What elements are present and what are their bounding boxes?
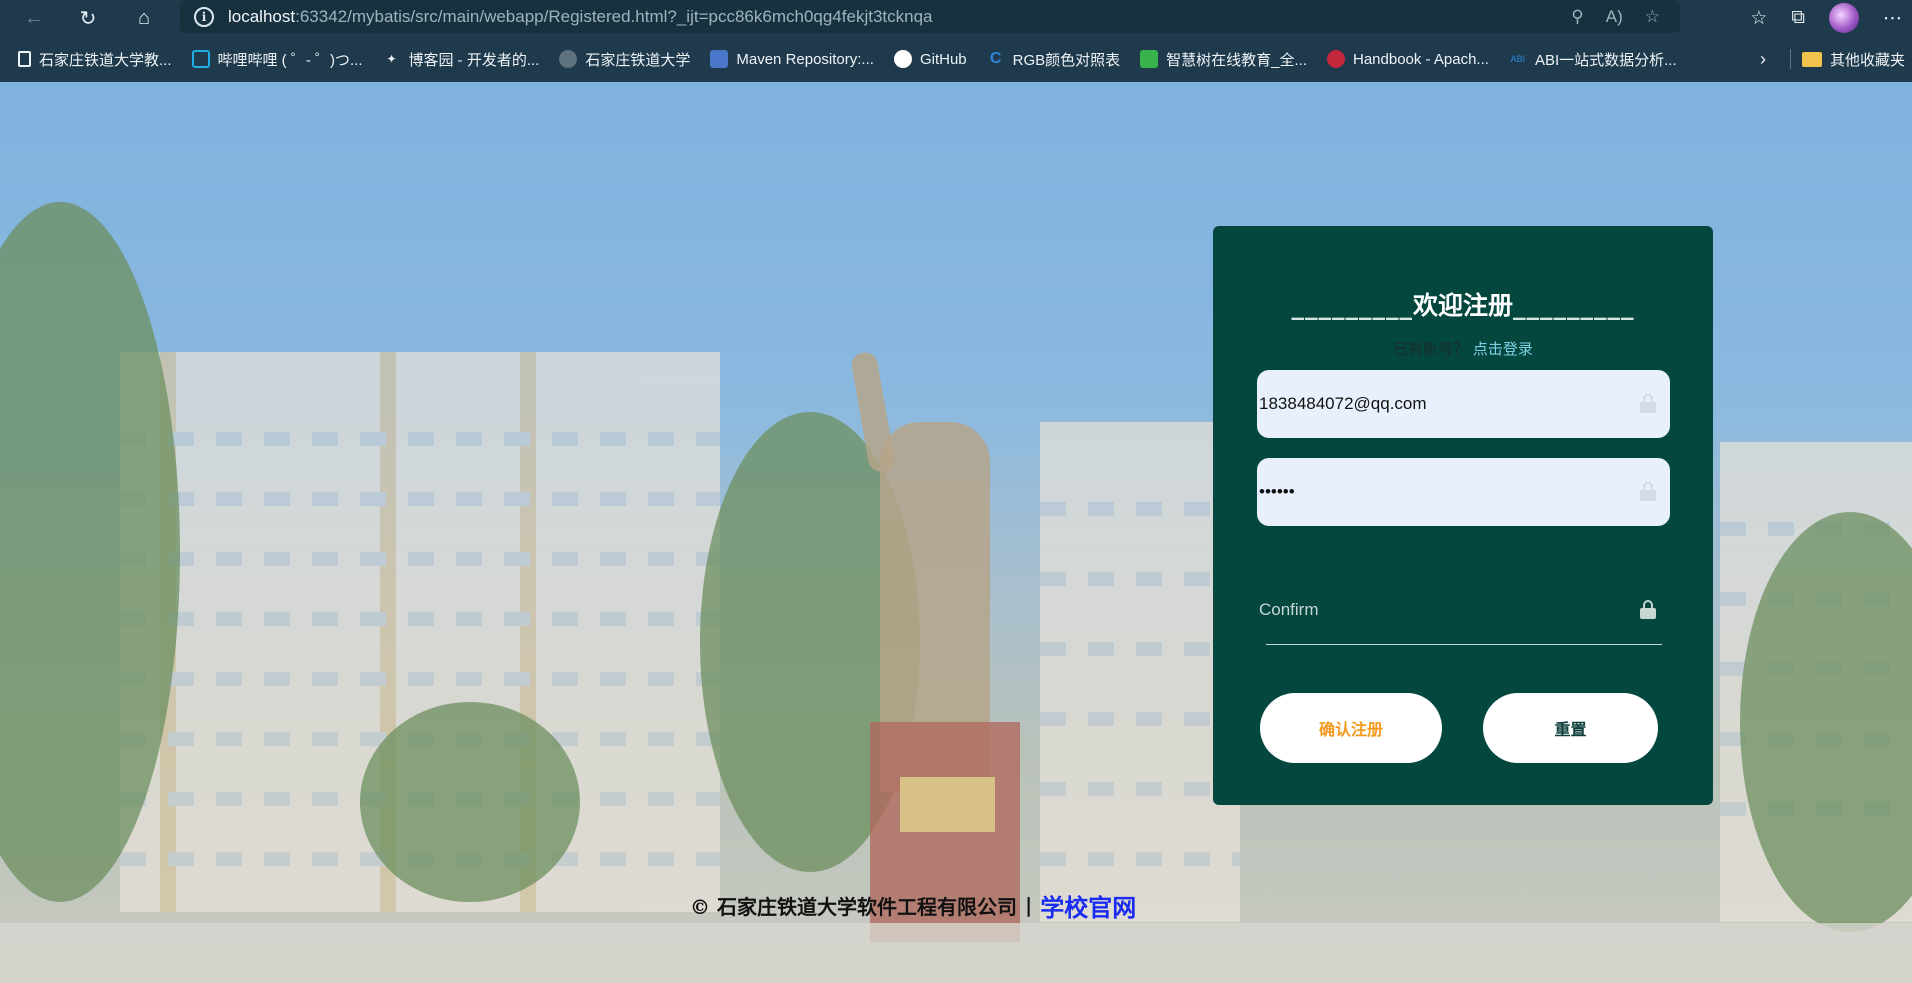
lock-icon (1640, 482, 1656, 501)
rgb-icon: C (989, 50, 1002, 67)
url-host: localhost (228, 6, 296, 26)
other-bookmarks-folder[interactable]: 其他收藏夹 (1802, 36, 1905, 82)
title-rule-left: _________ (1291, 291, 1413, 320)
key-icon[interactable]: ⚲ (1571, 7, 1583, 27)
copyright-text: © 石家庄铁道大学软件工程有限公司 (690, 894, 1017, 919)
bookmark-item[interactable]: 智慧树在线教育_全... (1140, 49, 1307, 70)
lock-icon (1640, 394, 1656, 413)
bookmark-label: 哔哩哔哩 ( ゜- ゜)つ... (217, 51, 363, 69)
favorites-icon[interactable]: ☆ (1750, 7, 1767, 30)
bookmark-label: 博客园 - 开发者的... (408, 51, 540, 69)
github-icon (893, 50, 912, 68)
folder-icon (1802, 51, 1822, 67)
bookmarks-bar: 石家庄铁道大学教... 哔哩哔哩 ( ゜- ゜)つ... ✦ 博客园 - 开发者的… (0, 36, 1912, 82)
more-menu-icon[interactable]: ⋯ (1883, 7, 1902, 30)
bookmark-label: Maven Repository:... (736, 50, 874, 68)
bookmark-label: GitHub (919, 50, 967, 68)
bookmark-label: 石家庄铁道大学教... (39, 51, 172, 69)
home-icon[interactable]: ⌂ (122, 0, 166, 36)
register-card: _________欢迎注册_________ 已有账号？ 点击登录 确认注册 重… (1213, 226, 1713, 805)
abi-icon: ABI (1510, 54, 1526, 64)
password-input[interactable] (1259, 482, 1619, 502)
reset-button[interactable]: 重置 (1483, 693, 1658, 763)
bookmark-divider (1790, 49, 1791, 69)
page-footer: © 石家庄铁道大学软件工程有限公司 | 学校官网 (690, 888, 1136, 923)
address-icons: ⚲ A) ☆ (1571, 0, 1660, 33)
handbook-icon (1327, 50, 1345, 68)
toolbar-right-icons: ☆ ⧉ ⋯ (1750, 0, 1902, 36)
background-ground (0, 923, 1912, 983)
url-path: :63342/mybatis/src/main/webapp/Registere… (295, 6, 933, 26)
background-plaque (900, 777, 995, 832)
bookmark-item[interactable]: 石家庄铁道大学教... (18, 49, 172, 70)
bookmark-item[interactable]: GitHub (893, 50, 967, 68)
back-icon[interactable]: ← (12, 0, 56, 36)
maven-icon (710, 50, 729, 68)
bookmark-label: 智慧树在线教育_全... (1166, 51, 1307, 69)
zhihuishu-icon (1140, 50, 1159, 68)
login-link[interactable]: 点击登录 (1473, 340, 1533, 358)
bookmark-item[interactable]: Maven Repository:... (710, 50, 874, 68)
profile-avatar[interactable] (1829, 3, 1859, 33)
email-input[interactable] (1259, 394, 1619, 414)
email-field[interactable] (1257, 370, 1670, 438)
confirm-password-input[interactable] (1259, 600, 1619, 620)
cnblogs-icon: ✦ (386, 52, 397, 66)
lock-icon (1640, 600, 1656, 619)
background-building-right (1040, 422, 1240, 922)
password-field[interactable] (1257, 458, 1670, 526)
chevron-right-icon[interactable]: › (1760, 36, 1766, 82)
page-icon (18, 51, 31, 67)
refresh-icon[interactable]: ↻ (66, 0, 110, 36)
bookmark-item[interactable]: Handbook - Apach... (1327, 50, 1489, 68)
bookmark-label: 石家庄铁道大学 (585, 51, 691, 69)
bookmark-label: ABI一站式数据分析... (1534, 51, 1677, 69)
read-aloud-icon[interactable]: A) (1606, 7, 1623, 27)
bilibili-icon (191, 50, 210, 68)
bookmark-label: RGB颜色对照表 (1012, 51, 1121, 69)
collections-icon[interactable]: ⧉ (1791, 7, 1805, 29)
bookmark-item[interactable]: 石家庄铁道大学 (559, 49, 690, 70)
bookmark-label: Handbook - Apach... (1353, 50, 1489, 68)
background-tree (360, 702, 580, 902)
favorite-add-icon[interactable]: ☆ (1645, 7, 1660, 27)
register-title: _________欢迎注册_________ (1213, 286, 1713, 322)
confirm-password-field[interactable] (1257, 576, 1670, 644)
school-site-link[interactable]: 学校官网 (1040, 888, 1136, 923)
url-text[interactable]: localhost:63342/mybatis/src/main/webapp/… (228, 7, 933, 27)
footer-separator: | (1024, 893, 1033, 917)
info-icon[interactable]: i (194, 6, 214, 27)
bookmark-item[interactable]: 哔哩哔哩 ( ゜- ゜)つ... (191, 49, 363, 70)
bookmark-item[interactable]: ABI ABI一站式数据分析... (1509, 49, 1677, 70)
globe-icon (559, 50, 578, 68)
confirm-underline (1266, 644, 1662, 645)
bookmark-item[interactable]: ✦ 博客园 - 开发者的... (383, 49, 540, 70)
address-bar[interactable]: i localhost:63342/mybatis/src/main/webap… (180, 0, 1680, 33)
title-rule-right: _________ (1513, 291, 1635, 320)
login-prompt: 已有账号？ 点击登录 (1213, 338, 1713, 359)
bookmark-item[interactable]: C RGB颜色对照表 (987, 49, 1121, 70)
title-text: 欢迎注册 (1412, 291, 1513, 320)
confirm-register-button[interactable]: 确认注册 (1260, 693, 1442, 763)
have-account-text: 已有账号？ (1393, 340, 1469, 358)
other-bookmarks-label: 其他收藏夹 (1830, 51, 1906, 69)
